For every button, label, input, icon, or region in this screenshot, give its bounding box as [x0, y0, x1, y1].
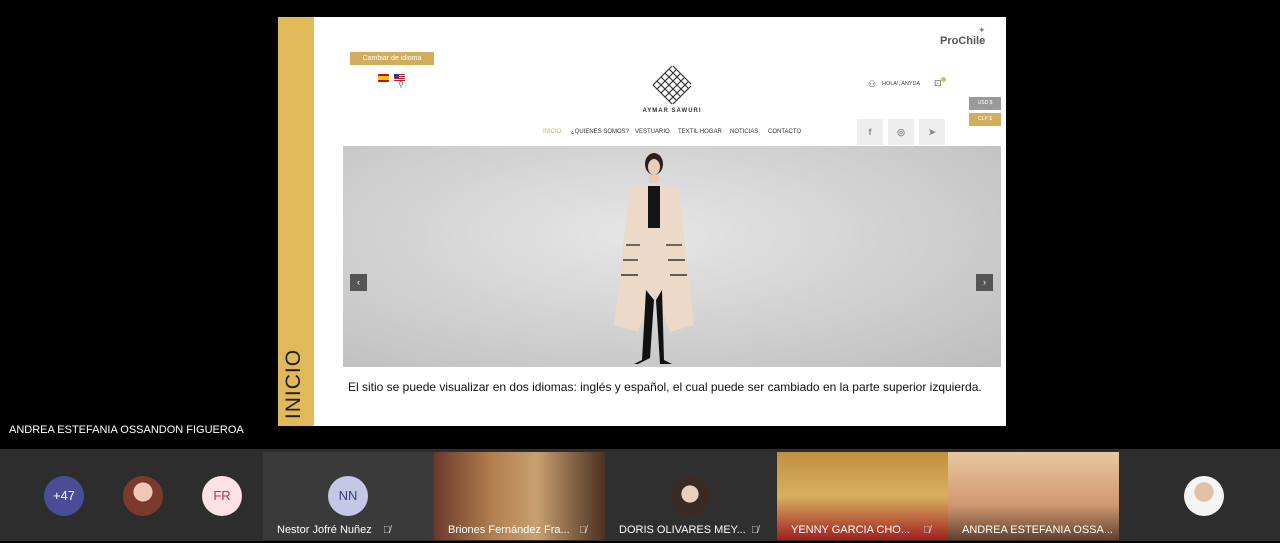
prochile-logo: ProChile	[940, 35, 986, 47]
nav-noticias[interactable]: NOTICIAS	[730, 129, 758, 135]
nav-quienes-somos[interactable]: ¿QUIENES SOMOS?	[571, 129, 629, 135]
nav-textil-hogar[interactable]: TEXTIL HOGAR	[678, 129, 722, 135]
participant-avatar[interactable]	[123, 476, 163, 516]
slide-side-title: INICIO	[282, 348, 305, 420]
carousel-next-button[interactable]: ›	[976, 274, 993, 291]
spain-flag-icon[interactable]	[378, 74, 389, 82]
participant-tile[interactable]: DORIS OLIVARES MEY... 🎙̸	[605, 452, 776, 540]
currency-usd-button[interactable]: USD $	[969, 97, 1001, 110]
slide-side-bar: INICIO	[278, 17, 314, 426]
presenter-name: ANDREA ESTEFANIA OSSANDON FIGUEROA	[9, 424, 244, 436]
change-language-button[interactable]: Cambiar de idioma	[350, 52, 434, 65]
slide-caption: El sitio se puede visualizar en dos idio…	[348, 380, 982, 394]
nav-vestuario[interactable]: VESTUARIO	[635, 129, 670, 135]
currency-clp-button[interactable]: CLP $	[969, 113, 1001, 126]
participant-initials-nn: NN	[328, 476, 368, 516]
facebook-icon[interactable]: f	[857, 119, 883, 145]
participant-name: Nestor Jofré Nuñez	[277, 524, 372, 536]
participant-name: Briones Fernández Fra...	[448, 524, 570, 536]
more-participants-button[interactable]: +47	[44, 476, 84, 516]
participant-name: DORIS OLIVARES MEY...	[619, 524, 746, 536]
participant-name: YENNY GARCIA CHO...	[791, 524, 910, 536]
hero-banner: ‹ ›	[343, 146, 1001, 367]
model-photo	[614, 153, 694, 364]
participant-initials-fr[interactable]: FR	[202, 476, 242, 516]
nav-contacto[interactable]: CONTACTO	[768, 129, 801, 135]
participant-video-tile[interactable]: Briones Fernández Fra... 🎙̸	[434, 452, 605, 540]
brand-name: AYMAR SAWURI	[642, 108, 702, 114]
participant-video-tile[interactable]: YENNY GARCIA CHO... 🎙̸	[777, 452, 948, 540]
user-greeting[interactable]: HOLA!, ANYDA	[882, 81, 920, 87]
search-icon[interactable]: ⚲	[398, 80, 404, 89]
participant-tile[interactable]: NN Nestor Jofré Nuñez 🎙̸	[263, 452, 434, 540]
aymar-sawuri-logo[interactable]	[651, 65, 693, 105]
participant-avatar[interactable]	[1184, 476, 1224, 516]
user-icon[interactable]: ⚇	[868, 79, 876, 90]
shared-screen: INICIO Cambiar de idioma ⚲ ✦ ProChile AY…	[278, 17, 1006, 426]
muted-mic-icon: 🎙̸	[751, 525, 759, 536]
muted-mic-icon: 🎙̸	[579, 525, 587, 536]
participant-name: ANDREA ESTEFANIA OSSA...	[962, 524, 1113, 536]
cart-badge	[941, 77, 946, 82]
instagram-icon[interactable]: ◎	[888, 119, 914, 145]
muted-mic-icon: 🎙̸	[383, 525, 391, 536]
carousel-prev-button[interactable]: ‹	[350, 274, 367, 291]
participant-video-tile[interactable]: ANDREA ESTEFANIA OSSA...	[948, 452, 1119, 540]
participant-avatar	[670, 476, 710, 516]
participant-strip: +47 FR NN Nestor Jofré Nuñez 🎙̸ Briones …	[0, 449, 1280, 541]
telegram-icon[interactable]: ➤	[919, 119, 945, 145]
nav-inicio[interactable]: INICIO	[543, 129, 561, 135]
muted-mic-icon: 🎙̸	[923, 525, 931, 536]
